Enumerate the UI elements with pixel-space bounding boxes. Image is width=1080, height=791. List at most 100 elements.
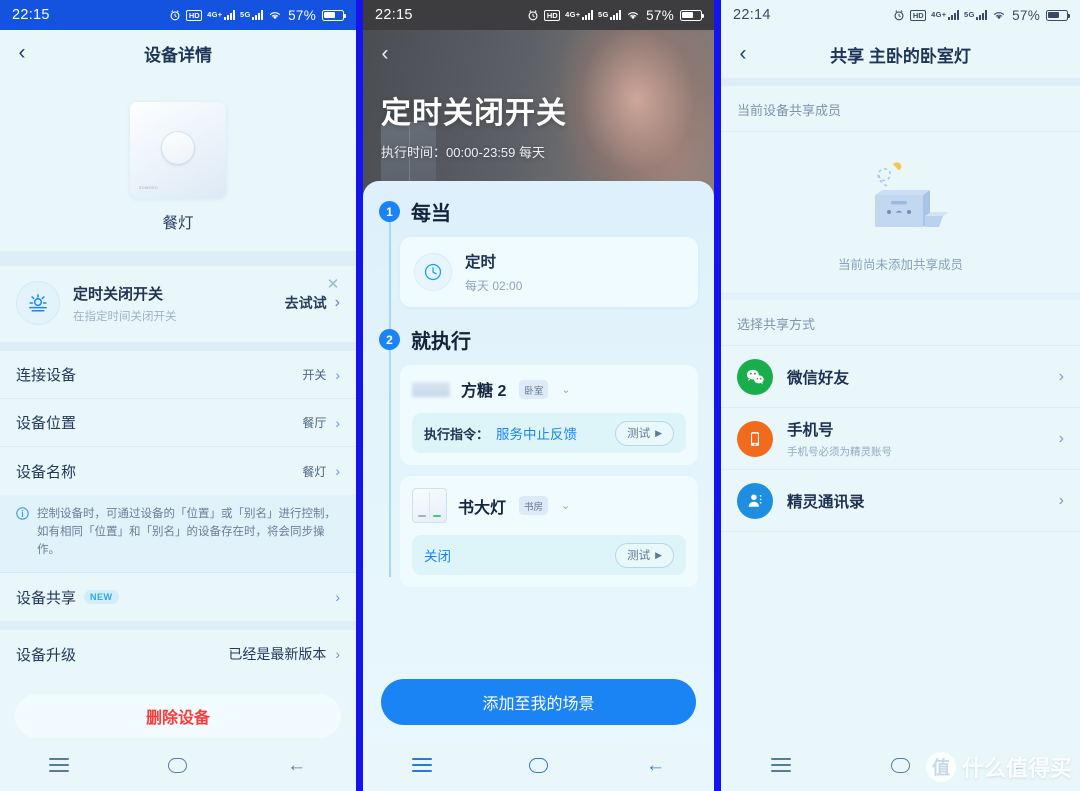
hd-voice-icon: HD (186, 9, 203, 21)
status-time: 22:15 (12, 7, 50, 23)
device-brand-mark: SOWOSO (139, 186, 158, 190)
clock-icon (414, 253, 452, 291)
battery-percent: 57% (288, 7, 316, 23)
wechat-icon (737, 358, 773, 395)
row-value: 已经是最新版本 (228, 646, 327, 663)
section-label-methods: 选择共享方式 (721, 300, 1080, 346)
phone-icon (737, 420, 773, 457)
section-label-members: 当前设备共享成员 (721, 86, 1080, 132)
wifi-icon (626, 10, 640, 21)
close-icon[interactable]: ✕ (323, 274, 343, 294)
chevron-down-icon[interactable]: ⌄ (561, 383, 570, 396)
trigger-card[interactable]: 定时 每天 02:00 (400, 237, 698, 307)
promo-cta-button[interactable]: 去试试 › (285, 293, 340, 313)
share-method-contacts[interactable]: 精灵通讯录 › (721, 470, 1080, 532)
chevron-right-icon: › (334, 294, 340, 311)
action-device-card[interactable]: 方糖 2 卧室 ⌄ 执行指令： 服务中止反馈 测试 ▶ (400, 365, 698, 465)
signal-5g-icon: 5G (964, 10, 988, 20)
section-gap (0, 252, 356, 266)
navbar-device-detail: ‹ 设备详情 (0, 30, 356, 76)
status-time: 22:15 (375, 7, 413, 23)
test-button[interactable]: 测试 ▶ (615, 420, 674, 446)
hd-voice-icon: HD (910, 9, 927, 21)
share-method-subtitle: 手机号必须为精灵账号 (787, 446, 892, 458)
menu-icon[interactable] (760, 744, 802, 786)
device-settings-list: 连接设备 开关 › 设备位置 餐厅 › 设备名称 餐灯 › (0, 351, 356, 495)
device-name: 餐灯 (162, 215, 194, 232)
scene-sheet: 1 每当 定时 每天 02:00 2 就执行 方糖 2 卧室 ⌄ 执行指令： 服… (363, 181, 714, 791)
battery-percent: 57% (1012, 7, 1040, 23)
home-icon[interactable] (518, 744, 560, 786)
add-to-my-scene-button[interactable]: 添加至我的场景 (381, 679, 696, 725)
chevron-down-icon[interactable]: ⌄ (561, 499, 570, 512)
back-icon[interactable]: ← (999, 744, 1041, 786)
step-2-header: 2 就执行 (379, 325, 698, 354)
device-header: 书大灯 书房 ⌄ (412, 488, 686, 523)
promo-subtitle: 在指定时间关闭开关 (73, 310, 177, 323)
list-item-device-share[interactable]: 设备共享 NEW › (0, 573, 356, 621)
sunset-timer-icon (16, 281, 60, 325)
device-hero: SOWOSO 餐灯 (0, 76, 356, 252)
empty-box-illustration (841, 150, 961, 244)
menu-icon[interactable] (401, 744, 443, 786)
scene-steps: 1 每当 定时 每天 02:00 2 就执行 方糖 2 卧室 ⌄ 执行指令： 服… (363, 181, 714, 587)
panel-divider (356, 0, 363, 791)
promo-card[interactable]: 定时关闭开关 在指定时间关闭开关 去试试 › ✕ (0, 266, 356, 342)
action-value[interactable]: 关闭 (424, 545, 451, 565)
signal-5g-icon: 5G (598, 10, 622, 20)
list-item[interactable]: 设备位置 餐厅 › (0, 399, 356, 447)
home-icon[interactable] (879, 744, 921, 786)
back-button[interactable]: ‹ (0, 31, 44, 75)
share-method-title: 手机号 (787, 422, 834, 439)
step-number: 2 (379, 329, 400, 350)
test-button[interactable]: 测试 ▶ (615, 542, 674, 568)
action-value[interactable]: 服务中止反馈 (496, 423, 577, 443)
row-label: 设备位置 (16, 415, 77, 432)
list-item-device-upgrade[interactable]: 设备升级 已经是最新版本 › (0, 630, 356, 678)
chevron-right-icon: › (335, 414, 340, 431)
screenshot-stage: 22:15 HD 4G+ 5G 57% ‹ 设备详情 SOWOSO 餐灯 定时关… (0, 0, 1080, 791)
panel-scene-detail: 22:15 HD 4G+ 5G 57% ‹ 定时关闭开关 执行时间：00:00-… (363, 0, 714, 791)
system-nav-bar: ← (363, 739, 714, 791)
menu-icon[interactable] (38, 744, 80, 786)
share-method-title: 微信好友 (787, 369, 850, 387)
wifi-icon (992, 10, 1006, 21)
back-button[interactable]: ‹ (721, 32, 765, 76)
info-tip: 控制设备时，可通过设备的「位置」或「别名」进行控制，如有相同「位置」和「别名」的… (0, 495, 356, 574)
panel-divider (714, 0, 721, 791)
status-bar-right: 22:14 HD 4G+ 5G 57% (721, 0, 1080, 30)
step-rail (389, 217, 391, 577)
action-device-card[interactable]: 书大灯 书房 ⌄ 关闭 测试 ▶ (400, 476, 698, 587)
share-method-title: 精灵通讯录 (787, 493, 865, 511)
status-bar-middle: 22:15 HD 4G+ 5G 57% (363, 0, 714, 30)
row-label: 设备共享 (16, 589, 77, 607)
chevron-right-icon: › (335, 646, 340, 663)
row-value: 餐灯 (302, 464, 327, 479)
battery-icon (680, 9, 705, 21)
chevron-right-icon: › (335, 366, 340, 383)
list-item[interactable]: 连接设备 开关 › (0, 351, 356, 399)
back-icon[interactable]: ← (635, 744, 677, 786)
action-row: 关闭 测试 ▶ (412, 535, 686, 575)
system-nav-bar: ← (721, 739, 1080, 791)
device-name: 书大灯 (458, 499, 507, 517)
list-item[interactable]: 设备名称 餐灯 › (0, 447, 356, 495)
info-icon (16, 507, 30, 559)
promo-title: 定时关闭开关 (73, 285, 164, 303)
delete-device-button[interactable]: 删除设备 (15, 694, 341, 739)
status-time: 22:14 (733, 7, 771, 23)
battery-icon (1046, 9, 1071, 21)
chevron-right-icon: › (335, 589, 340, 606)
step-title: 就执行 (411, 331, 471, 353)
system-nav-bar: ← (0, 739, 356, 791)
share-method-phone[interactable]: 手机号 手机号必须为精灵账号 › (721, 408, 1080, 470)
alarm-icon (893, 9, 905, 21)
share-method-wechat[interactable]: 微信好友 › (721, 346, 1080, 408)
back-button[interactable]: ‹ (363, 32, 407, 76)
signal-5g-icon: 5G (240, 10, 264, 20)
home-icon[interactable] (157, 744, 199, 786)
test-label: 测试 (627, 428, 651, 440)
battery-icon (322, 9, 347, 21)
device-thumbnail-icon (412, 488, 447, 523)
back-icon[interactable]: ← (276, 744, 318, 786)
